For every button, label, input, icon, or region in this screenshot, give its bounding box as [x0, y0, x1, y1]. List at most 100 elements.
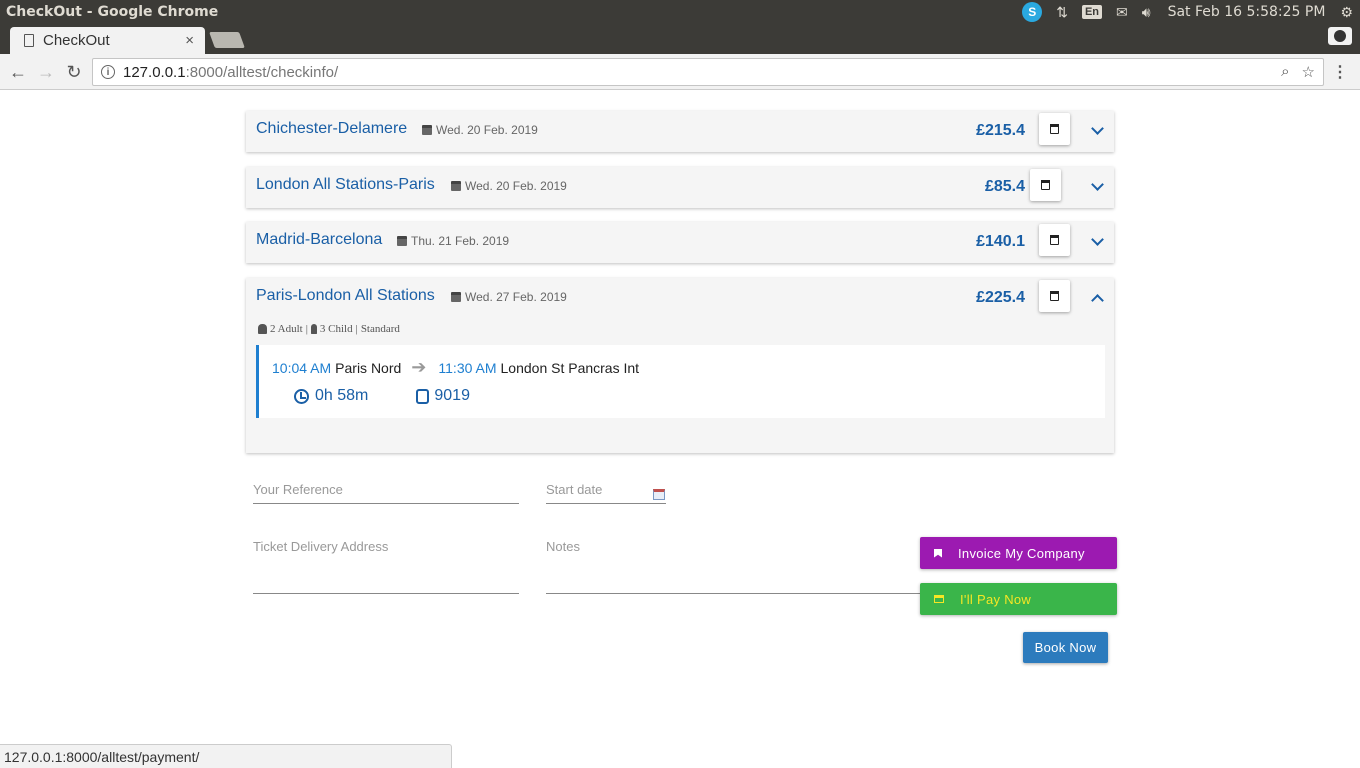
- url-path: :8000/alltest/checkinfo/: [185, 63, 339, 81]
- trip-title[interactable]: Chichester-Delamere: [256, 120, 407, 138]
- trip-title[interactable]: London All Stations-Paris: [256, 176, 435, 194]
- train-icon: [416, 388, 430, 404]
- trip-date: Wed. 20 Feb. 2019: [422, 123, 538, 137]
- browser-toolbar: ← → ↻ i 127.0.0.1:8000/alltest/checkinfo…: [0, 54, 1360, 90]
- zoom-icon[interactable]: ⌕: [1281, 63, 1289, 81]
- depart-station: Paris Nord: [335, 359, 402, 376]
- avatar-icon: [1334, 30, 1346, 42]
- chevron-up-icon[interactable]: [1091, 294, 1104, 307]
- delete-trip-button[interactable]: [1039, 113, 1070, 145]
- forward-button[interactable]: →: [34, 60, 58, 84]
- trip-header[interactable]: London All Stations-Paris Wed. 20 Feb. 2…: [246, 167, 1114, 208]
- start-date-field-label: Start date: [546, 482, 603, 497]
- journey-leg: 10:04 AM Paris Nord ➔ 11:30 AM London St…: [256, 345, 1105, 418]
- bookmark-icon: [934, 548, 942, 558]
- arrive-time: 11:30 AM: [438, 359, 497, 376]
- depart-time: 10:04 AM: [272, 359, 332, 376]
- url-host: 127.0.0.1: [123, 63, 186, 81]
- trip-date: Wed. 27 Feb. 2019: [451, 290, 567, 304]
- system-tray: S ⇅ En ✉ 🔊︎ Sat Feb 16 5:58:25 PM ⚙: [1015, 0, 1360, 24]
- invoice-my-company-button[interactable]: Invoice My Company: [920, 537, 1117, 569]
- browser-menu-icon[interactable]: ⋮: [1332, 62, 1348, 82]
- trip-price: £140.1: [976, 233, 1025, 250]
- checkout-page: Chichester-Delamere Wed. 20 Feb. 2019 £2…: [0, 91, 1360, 741]
- trip-card: London All Stations-Paris Wed. 20 Feb. 2…: [246, 167, 1114, 208]
- profile-button[interactable]: [1328, 27, 1352, 45]
- child-count: 3 Child: [319, 323, 353, 335]
- arrow-right-icon: ➔: [411, 357, 427, 377]
- chevron-down-icon[interactable]: [1091, 233, 1104, 246]
- adult-count: 2 Adult: [270, 323, 303, 335]
- tab-strip: CheckOut ×: [0, 24, 1360, 54]
- trip-price: £85.4: [984, 178, 1025, 195]
- trash-icon: [1050, 235, 1059, 245]
- invoice-button-label: Invoice My Company: [958, 545, 1085, 561]
- chevron-down-icon[interactable]: [1091, 122, 1104, 135]
- info-icon[interactable]: i: [101, 65, 115, 79]
- back-button[interactable]: ←: [6, 60, 30, 84]
- delete-trip-button[interactable]: [1039, 280, 1070, 312]
- chevron-down-icon[interactable]: [1091, 178, 1104, 191]
- skype-icon: S: [1022, 2, 1043, 22]
- trip-price: £215.4: [976, 122, 1025, 139]
- trip-detail: 2 Adult | 3 Child | Standard 10:04 AM Pa…: [246, 319, 1114, 453]
- delivery-address-input[interactable]: [253, 593, 519, 594]
- trip-header[interactable]: Paris-London All Stations Wed. 27 Feb. 2…: [246, 278, 1114, 319]
- book-now-button[interactable]: Book Now: [1023, 632, 1108, 663]
- calendar-icon: [451, 292, 461, 302]
- page-icon: [24, 34, 34, 47]
- trash-icon: [1050, 124, 1059, 134]
- pay-now-button[interactable]: I'll Pay Now: [920, 583, 1117, 615]
- address-field-label: Ticket Delivery Address: [253, 539, 389, 554]
- trip-card: Madrid-Barcelona Thu. 21 Feb. 2019 £140.…: [246, 222, 1114, 263]
- tab-title: CheckOut: [43, 32, 110, 49]
- calendar-icon: [397, 236, 407, 246]
- close-tab-icon[interactable]: ×: [185, 32, 194, 49]
- delete-trip-button[interactable]: [1030, 169, 1061, 201]
- keyboard-layout-indicator[interactable]: En: [1075, 0, 1109, 24]
- trip-card: Chichester-Delamere Wed. 20 Feb. 2019 £2…: [246, 111, 1114, 152]
- new-tab-button[interactable]: [209, 32, 245, 48]
- pay-button-label: I'll Pay Now: [960, 591, 1032, 607]
- trip-header[interactable]: Madrid-Barcelona Thu. 21 Feb. 2019 £140.…: [246, 222, 1114, 263]
- travel-class: Standard: [360, 323, 400, 335]
- train-number: 9019: [434, 387, 470, 404]
- leg-times: 10:04 AM Paris Nord ➔ 11:30 AM London St…: [272, 357, 639, 378]
- reference-input[interactable]: [253, 503, 519, 504]
- calendar-picker-icon[interactable]: [653, 489, 665, 500]
- passenger-summary: 2 Adult | 3 Child | Standard: [258, 323, 400, 335]
- trip-card-expanded: Paris-London All Stations Wed. 27 Feb. 2…: [246, 278, 1114, 453]
- reference-field-label: Your Reference: [253, 482, 343, 497]
- trip-date: Wed. 20 Feb. 2019: [451, 179, 567, 193]
- clock-icon: [294, 388, 309, 404]
- start-date-input[interactable]: [546, 503, 666, 504]
- trip-title[interactable]: Madrid-Barcelona: [256, 231, 382, 249]
- trip-price: £225.4: [976, 289, 1025, 306]
- reload-button[interactable]: ↻: [62, 60, 86, 84]
- leg-meta: 0h 58m 9019: [294, 387, 470, 405]
- address-bar[interactable]: i 127.0.0.1:8000/alltest/checkinfo/ ⌕ ☆: [92, 58, 1324, 86]
- child-icon: [310, 324, 317, 334]
- arrive-station: London St Pancras Int: [500, 359, 640, 376]
- adult-icon: [258, 324, 267, 334]
- duration: 0h 58m: [315, 387, 369, 404]
- delete-trip-button[interactable]: [1039, 224, 1070, 256]
- notes-input[interactable]: [546, 593, 922, 594]
- network-icon[interactable]: ⇅: [1049, 0, 1075, 24]
- clock[interactable]: Sat Feb 16 5:58:25 PM: [1158, 4, 1334, 20]
- mail-icon[interactable]: ✉: [1109, 0, 1135, 24]
- trip-header[interactable]: Chichester-Delamere Wed. 20 Feb. 2019 £2…: [246, 111, 1114, 152]
- calendar-icon: [422, 125, 432, 135]
- skype-tray-item[interactable]: S: [1015, 0, 1049, 24]
- tab-checkout[interactable]: CheckOut ×: [10, 27, 205, 54]
- trip-title[interactable]: Paris-London All Stations: [256, 287, 435, 305]
- bookmark-star-icon[interactable]: ☆: [1302, 63, 1315, 81]
- volume-icon[interactable]: 🔊︎: [1135, 0, 1158, 24]
- calendar-icon: [451, 181, 461, 191]
- link-status-bar: 127.0.0.1:8000/alltest/payment/: [0, 744, 452, 768]
- trash-icon: [1050, 291, 1059, 301]
- trip-date: Thu. 21 Feb. 2019: [397, 234, 509, 248]
- notes-field-label: Notes: [546, 539, 580, 554]
- settings-gear-icon[interactable]: ⚙: [1333, 0, 1360, 24]
- credit-card-icon: [934, 595, 944, 603]
